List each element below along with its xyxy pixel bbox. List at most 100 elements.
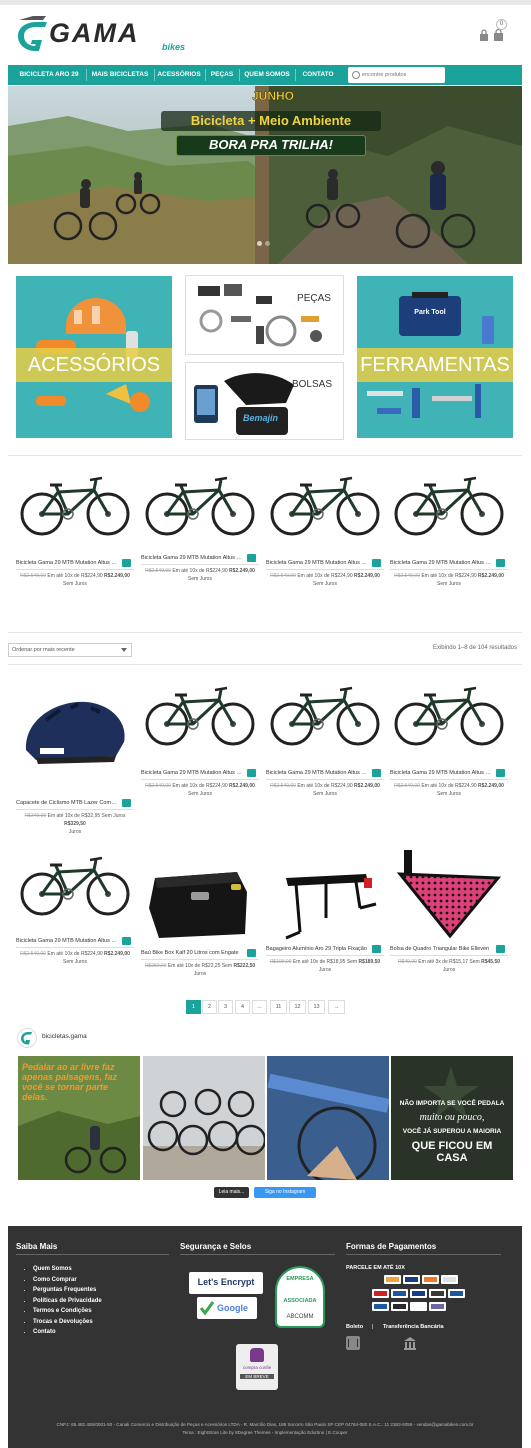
- pagination-page[interactable]: 2: [202, 1000, 217, 1014]
- product-price: R$250,00 Em até 10x de R$22,25 Sem R$222…: [141, 962, 259, 978]
- footer-link-termos[interactable]: Termos e Condições: [33, 1306, 102, 1317]
- product-image[interactable]: [141, 680, 259, 755]
- product-image[interactable]: [390, 680, 508, 755]
- product-image[interactable]: [390, 844, 508, 949]
- product-name[interactable]: Bicicleta Gama 29 MTB Mutation Altus 24v: [141, 770, 243, 776]
- product-terms: Sem Juros: [63, 581, 87, 587]
- pagination-page[interactable]: 1: [186, 1000, 201, 1014]
- compra-confie-seal[interactable]: compra confie EM BREVE: [236, 1344, 278, 1390]
- slider-dot[interactable]: [265, 241, 270, 246]
- search-input[interactable]: [362, 69, 442, 81]
- add-to-cart-icon[interactable]: [122, 559, 131, 567]
- sort-select-label: Ordenar por mais recente: [12, 647, 75, 653]
- product-name[interactable]: Capacete de Ciclismo MTB Lazer Compact: [16, 800, 118, 806]
- bike-rack-image: [285, 874, 377, 940]
- footer-link-contato[interactable]: Contato: [33, 1327, 102, 1338]
- sort-select[interactable]: Ordenar por mais recente: [8, 643, 132, 657]
- pagination-page[interactable]: 13: [308, 1000, 325, 1014]
- instagram-avatar[interactable]: [17, 1028, 37, 1048]
- pagination-page[interactable]: 4: [235, 1000, 250, 1014]
- product-name[interactable]: Bicicleta Gama 29 MTB Mutation Altus 24v: [141, 555, 243, 561]
- add-to-cart-icon[interactable]: [496, 945, 505, 953]
- product-image[interactable]: [266, 680, 384, 755]
- category-acessorios[interactable]: ACESSÓRIOS: [16, 276, 172, 438]
- add-to-cart-icon[interactable]: [496, 769, 505, 777]
- category-bolsas[interactable]: Bemajin BOLSAS: [185, 362, 344, 440]
- product-name[interactable]: Bicicleta Gama 29 MTB Mutation Altus 24v: [266, 560, 368, 566]
- product-installments: Em até 3x de R$15,17 Sem: [418, 959, 480, 965]
- pagination-page[interactable]: →: [328, 1000, 345, 1014]
- product-name[interactable]: Bagageiro Alumínio Aro 29 Tripla Fixação: [266, 946, 368, 952]
- add-to-cart-icon[interactable]: [247, 554, 256, 562]
- lets-encrypt-seal[interactable]: Let's Encrypt: [189, 1272, 263, 1294]
- pagination-page[interactable]: ...: [252, 1000, 267, 1014]
- product-image[interactable]: [266, 470, 384, 545]
- pagination-page[interactable]: 12: [289, 1000, 306, 1014]
- product-name[interactable]: Baú Bike Box Kalf 20 Litros com Engate: [141, 950, 243, 956]
- nav-item-pecas[interactable]: PEÇAS: [208, 65, 236, 85]
- add-to-cart-icon[interactable]: [372, 945, 381, 953]
- product-image[interactable]: [390, 470, 508, 545]
- abcomm-seal[interactable]: EMPRESA ASSOCIADA ABCOMM: [275, 1266, 325, 1328]
- nav-item-contato[interactable]: CONTATO: [298, 65, 338, 85]
- hero-banner[interactable]: JUNHO Bicicleta + Meio Ambiente BORA PRA…: [8, 86, 522, 264]
- category-ferramentas[interactable]: Park Tool FERRAMENTAS: [357, 276, 513, 438]
- instagram-post[interactable]: Pedalar ao ar livre faz apenas paisagens…: [18, 1056, 140, 1180]
- product-image[interactable]: [266, 848, 384, 953]
- product-name[interactable]: Bicicleta Gama 29 MTB Mutation Altus 24v: [16, 560, 118, 566]
- search-box[interactable]: [348, 67, 445, 83]
- product-image[interactable]: [16, 470, 134, 545]
- bike-box-image: [149, 872, 247, 938]
- add-to-cart-icon[interactable]: [122, 799, 131, 807]
- google-seal[interactable]: Google: [197, 1297, 257, 1319]
- bicycle-image: [270, 686, 380, 746]
- bag-icon[interactable]: [492, 28, 504, 41]
- nav-item-mais-bicicletas[interactable]: MAIS BICICLETAS: [88, 65, 152, 85]
- add-to-cart-icon[interactable]: [372, 769, 381, 777]
- abcomm-name: ABCOMM: [286, 1314, 314, 1320]
- product-name[interactable]: Bolsa de Quadro Triangular Bike Elleven: [390, 946, 492, 952]
- nav-item-bicicleta-aro-29[interactable]: BICICLETA ARO 29: [14, 65, 84, 85]
- footer-link-faq[interactable]: Perguntas Frequentes: [33, 1285, 102, 1296]
- footer-link-como-comprar[interactable]: Como Comprar: [33, 1275, 102, 1286]
- product-name[interactable]: Bicicleta Gama 29 MTB Mutation Altus 24v: [16, 938, 118, 944]
- add-to-cart-icon[interactable]: [372, 559, 381, 567]
- footer-link-trocas[interactable]: Trocas e Devoluções: [33, 1317, 102, 1328]
- footer-link-quem-somos[interactable]: Quem Somos: [33, 1264, 102, 1275]
- add-to-cart-icon[interactable]: [247, 769, 256, 777]
- instagram-username[interactable]: bicicletas.gama: [42, 1033, 87, 1040]
- product-divider: [390, 569, 508, 570]
- category-pecas[interactable]: PEÇAS: [185, 275, 344, 355]
- footer-link-privacidade[interactable]: Políticas de Privacidade: [33, 1296, 102, 1307]
- product-divider: [141, 959, 259, 960]
- pagination-page[interactable]: 11: [270, 1000, 287, 1014]
- add-to-cart-icon[interactable]: [247, 949, 256, 957]
- lock-icon[interactable]: [478, 29, 490, 41]
- product-installments: Em até 10x de R$22,25 Sem: [167, 963, 233, 969]
- product-image[interactable]: [16, 690, 134, 785]
- instagram-post[interactable]: [267, 1056, 389, 1180]
- product-name[interactable]: Bicicleta Gama 29 MTB Mutation Altus 24v: [390, 770, 492, 776]
- add-to-cart-icon[interactable]: [496, 559, 505, 567]
- product-image[interactable]: [16, 850, 134, 925]
- load-more-button[interactable]: Leia mais...: [214, 1187, 249, 1198]
- slider-dot[interactable]: [257, 241, 262, 246]
- nav-item-quem-somos[interactable]: QUEM SOMOS: [242, 65, 292, 85]
- nav-item-acessorios[interactable]: ACESSÓRIOS: [156, 65, 202, 85]
- product-price: R$2.549,00 Em até 10x de R$224,90 R$2.24…: [141, 567, 259, 583]
- footer-title-underline: [346, 1254, 501, 1255]
- product-name[interactable]: Bicicleta Gama 29 MTB Mutation Altus 24v: [266, 770, 368, 776]
- pagination-page[interactable]: 3: [218, 1000, 233, 1014]
- footer-title-pagamentos: Formas de Pagamentos: [346, 1242, 437, 1251]
- instagram-post[interactable]: [143, 1056, 265, 1180]
- cart-count-badge[interactable]: 0: [496, 19, 507, 30]
- payment-card-logo: [429, 1289, 446, 1298]
- product-image[interactable]: [141, 470, 259, 545]
- product-image[interactable]: [141, 848, 259, 953]
- instagram-post[interactable]: NÃO IMPORTA SE VOCÊ PEDALA muito ou pouc…: [391, 1056, 513, 1180]
- gama-bikes-logo[interactable]: GAMA bikes: [15, 14, 215, 54]
- add-to-cart-icon[interactable]: [122, 937, 131, 945]
- search-icon[interactable]: [352, 71, 360, 79]
- product-name[interactable]: Bicicleta Gama 29 MTB Mutation Altus 24v: [390, 560, 492, 566]
- follow-instagram-button[interactable]: Siga no Instagram: [254, 1187, 316, 1198]
